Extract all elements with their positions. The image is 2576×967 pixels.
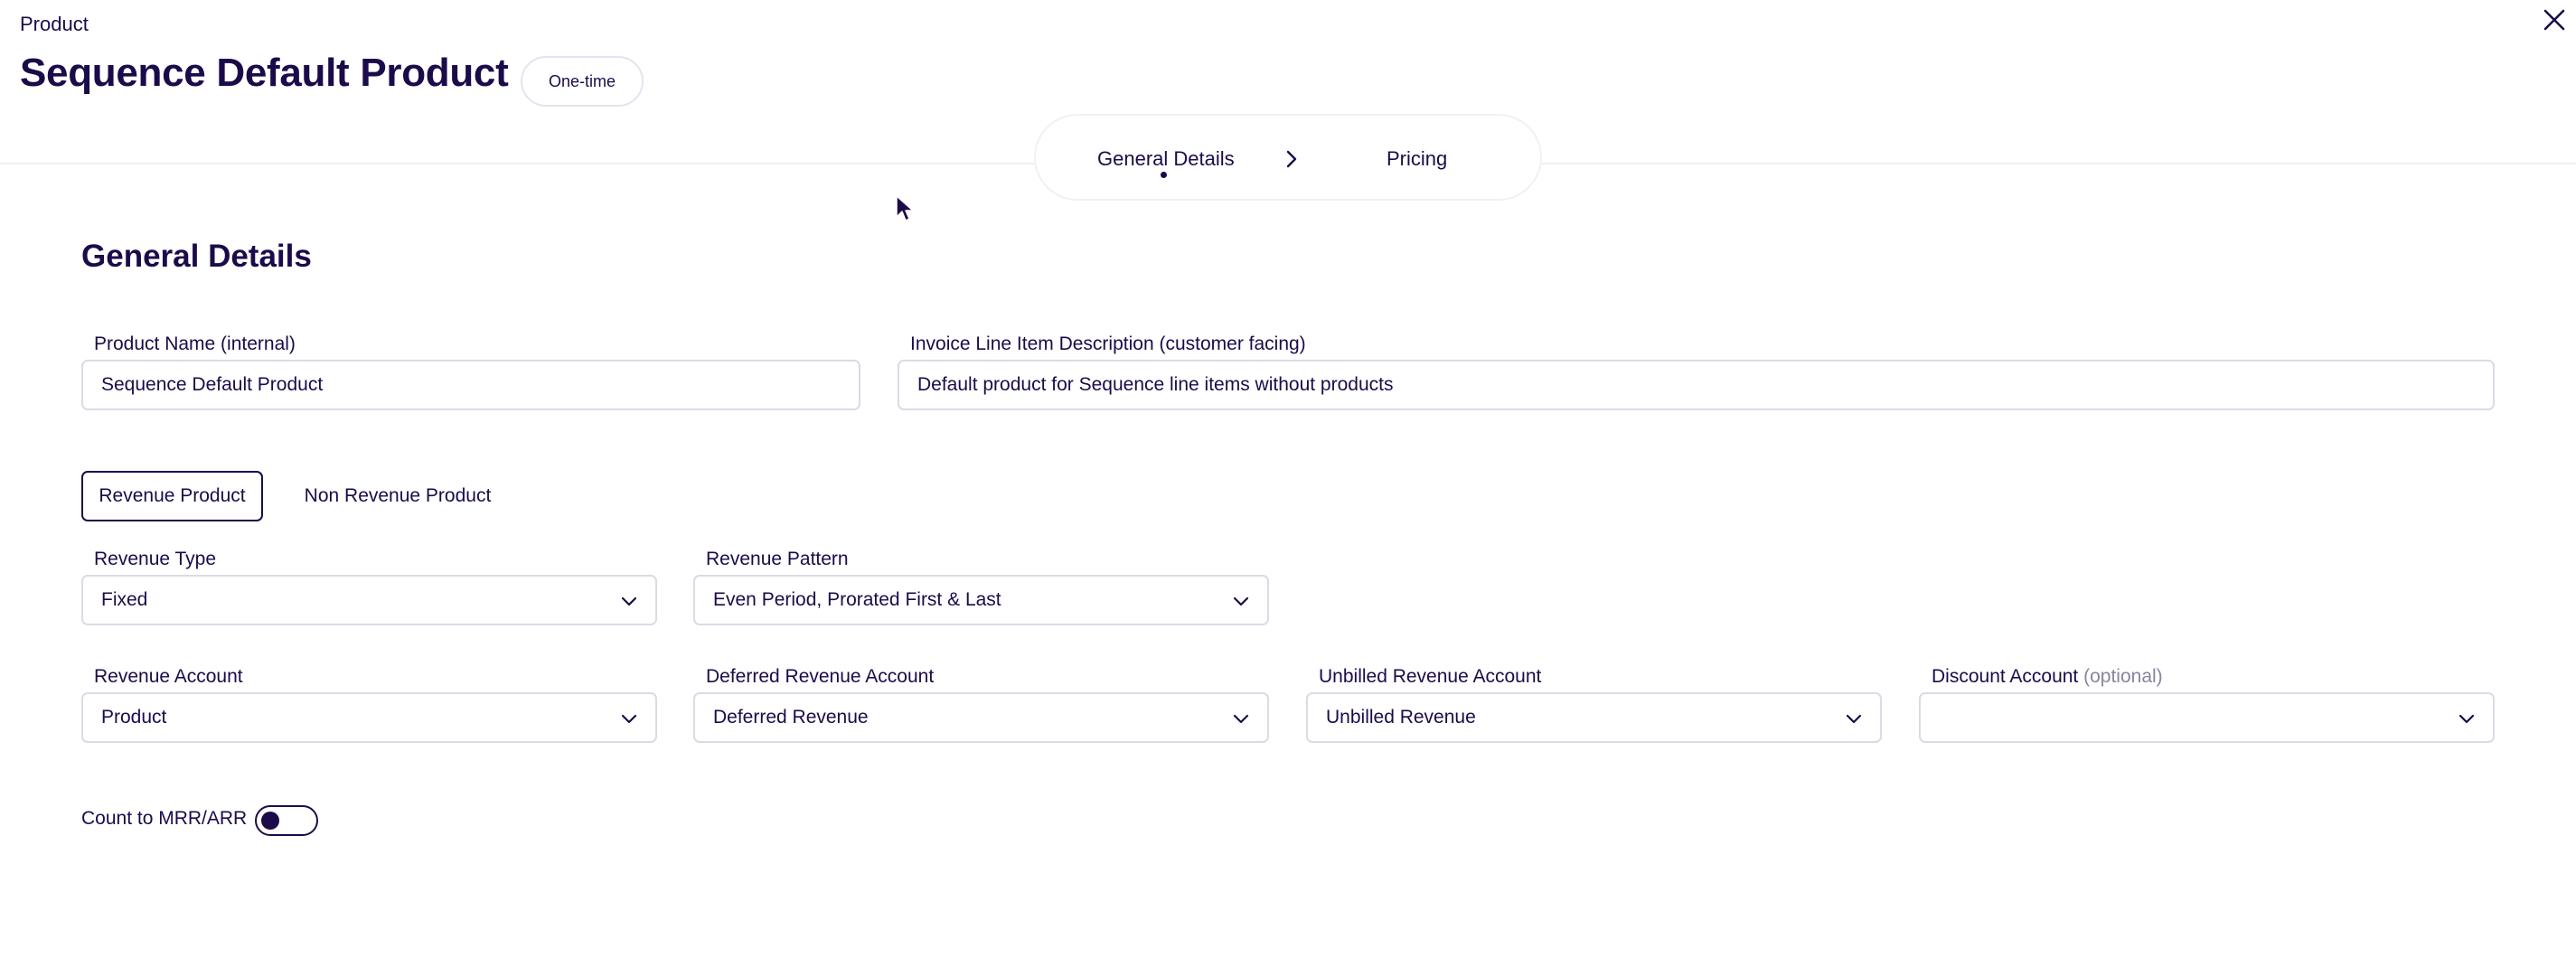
active-step-indicator [1161,172,1167,178]
revenue-type-label: Revenue Type [94,549,217,569]
step-general-details[interactable]: General Details [1097,116,1235,202]
unbilled-revenue-account-label: Unbilled Revenue Account [1319,666,1542,687]
chevron-down-icon [621,714,637,724]
discount-account-label-text: Discount Account [1932,666,2079,687]
revenue-type-value: Fixed [101,589,148,610]
mrr-arr-toggle[interactable] [255,805,318,836]
breadcrumb: Product [20,13,89,35]
revenue-pattern-select[interactable]: Even Period, Prorated First & Last [693,575,1269,625]
chevron-down-icon [1233,714,1249,724]
step-pricing[interactable]: Pricing [1387,116,1447,202]
section-title: General Details [81,239,312,274]
unbilled-revenue-account-value: Unbilled Revenue [1326,707,1476,728]
revenue-account-label: Revenue Account [94,666,243,687]
product-name-label: Product Name (internal) [94,333,296,354]
mouse-pointer-icon [896,195,914,221]
toggle-knob [261,812,279,830]
close-icon [2543,9,2565,31]
revenue-pattern-label: Revenue Pattern [706,549,849,569]
product-name-input[interactable] [81,360,860,410]
deferred-revenue-account-label: Deferred Revenue Account [706,666,935,687]
mrr-arr-label: Count to MRR/ARR [81,808,248,829]
chevron-down-icon [1846,714,1862,724]
unbilled-revenue-account-select[interactable]: Unbilled Revenue [1306,692,1882,743]
deferred-revenue-account-value: Deferred Revenue [713,707,869,728]
discount-account-select[interactable] [1919,692,2495,743]
pricing-type-badge: One-time [521,56,644,107]
non-revenue-product-option[interactable]: Non Revenue Product [286,471,510,521]
deferred-revenue-account-select[interactable]: Deferred Revenue [693,692,1269,743]
revenue-pattern-value: Even Period, Prorated First & Last [713,589,1001,610]
chevron-down-icon [1233,596,1249,606]
step-navigation: General Details Pricing [1034,114,1542,201]
revenue-product-option[interactable]: Revenue Product [81,471,263,521]
optional-hint: (optional) [2083,666,2163,687]
close-button[interactable] [2538,4,2571,36]
discount-account-label: Discount Account (optional) [1932,666,2163,688]
invoice-description-label: Invoice Line Item Description (customer … [910,333,1306,354]
chevron-down-icon [2458,714,2475,724]
invoice-description-input[interactable] [898,360,2495,410]
revenue-account-select[interactable]: Product [81,692,657,743]
revenue-account-value: Product [101,707,167,728]
revenue-type-select[interactable]: Fixed [81,575,657,625]
chevron-down-icon [621,596,637,606]
chevron-right-icon [1286,150,1297,168]
page-title: Sequence Default Product [20,51,509,95]
